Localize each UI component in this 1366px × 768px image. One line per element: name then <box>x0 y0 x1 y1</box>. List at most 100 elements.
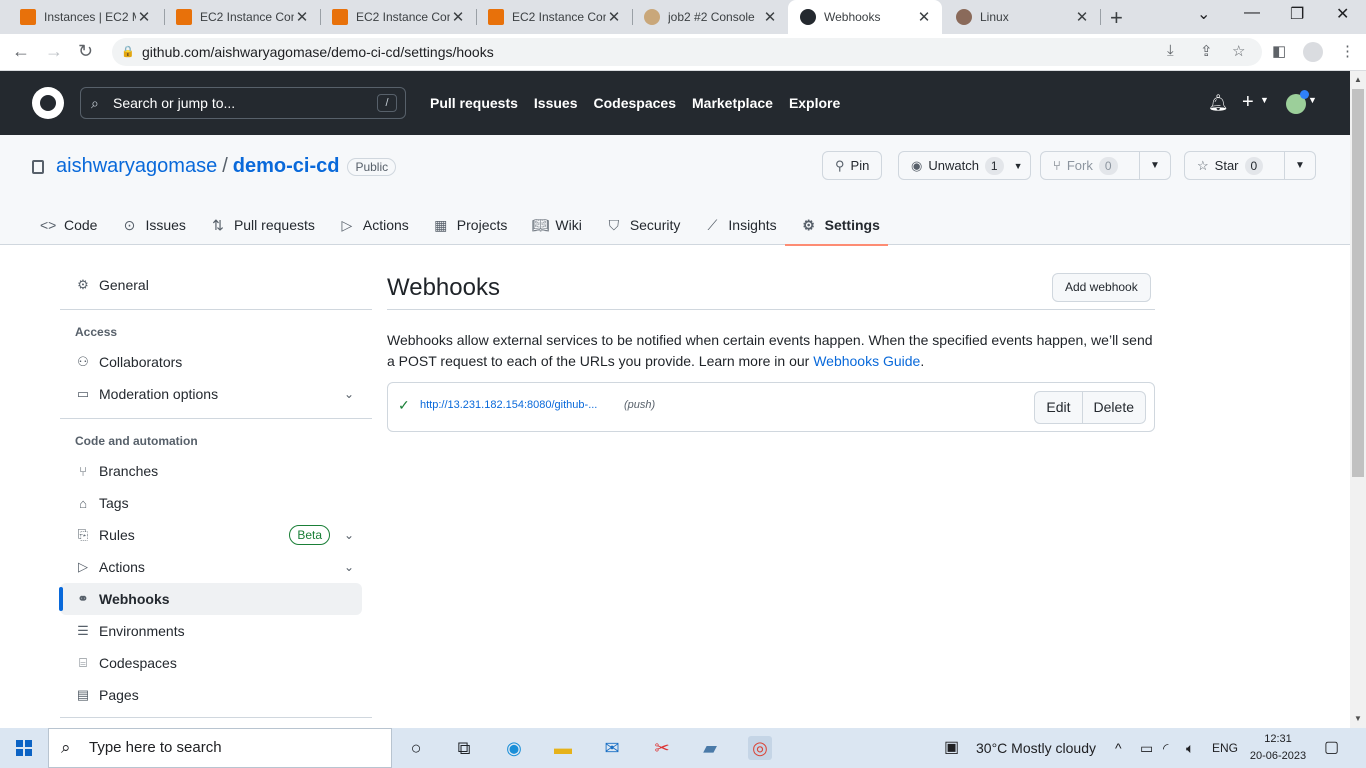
taskbar-search-input[interactable]: ⌕ Type here to search <box>48 728 392 768</box>
tab-insights[interactable]: ⟋ Insights <box>688 205 784 245</box>
browser-menu-icon[interactable]: ⋮ <box>1340 42 1355 60</box>
star-dropdown-button[interactable]: ▼ <box>1284 151 1316 180</box>
clock[interactable]: 12:31 20-06-2023 <box>1248 731 1308 765</box>
tab-actions[interactable]: ▷ Actions <box>323 205 417 245</box>
notifications-bell-icon[interactable]: 🔔︎ <box>1208 93 1228 113</box>
volume-icon[interactable]: 🔈︎ <box>1186 728 1194 768</box>
book-icon: 📖︎ <box>531 216 550 233</box>
tab-wiki[interactable]: 📖︎ Wiki <box>515 205 589 245</box>
fork-dropdown-button[interactable]: ▼ <box>1139 151 1171 180</box>
sidebar-item-environments[interactable]: ☰ Environments <box>60 615 362 647</box>
scrollbar-thumb[interactable] <box>1352 89 1364 477</box>
sidebar-item-moderation-options[interactable]: ▭ Moderation options ⌄ <box>60 378 362 410</box>
close-tab-icon[interactable]: ✕ <box>450 8 466 26</box>
browser-tab-active[interactable]: Webhooks ✕ <box>788 0 942 34</box>
nav-codespaces[interactable]: Codespaces <box>594 95 676 111</box>
page-scrollbar[interactable]: ▲ ▼ <box>1350 71 1366 728</box>
back-icon[interactable]: ← <box>12 41 30 62</box>
share-icon[interactable]: ⇪ <box>1200 42 1213 60</box>
address-bar[interactable]: 🔒 github.com/aishwaryagomase/demo-ci-cd/… <box>112 38 1262 66</box>
task-view-icon[interactable]: ⧉ <box>452 736 476 760</box>
tab-security[interactable]: ⛉ Security <box>590 205 689 245</box>
unwatch-button[interactable]: ◉ Unwatch 1 ▼ <box>898 151 1031 180</box>
minimize-icon[interactable]: — <box>1244 4 1260 22</box>
weather-text[interactable]: 30°C Mostly cloudy <box>976 728 1096 768</box>
side-panel-icon[interactable]: ◧ <box>1272 42 1286 60</box>
mail-icon[interactable]: ✉ <box>600 736 624 760</box>
app-icon[interactable]: ▰ <box>698 736 722 760</box>
fork-button[interactable]: ⑂ Fork 0 <box>1040 151 1140 180</box>
nav-marketplace[interactable]: Marketplace <box>692 95 773 111</box>
delete-button[interactable]: Delete <box>1081 392 1145 423</box>
tab-search-icon[interactable]: ⌄ <box>1197 4 1210 24</box>
language-indicator[interactable]: ENG <box>1212 728 1238 768</box>
sidebar-item-general[interactable]: ⚙ General <box>60 269 362 301</box>
close-window-icon[interactable]: ✕ <box>1336 4 1349 24</box>
chrome-icon[interactable]: ◎ <box>748 736 772 760</box>
tab-settings[interactable]: ⚙ Settings <box>784 205 889 246</box>
close-tab-icon[interactable]: ✕ <box>916 8 932 26</box>
repo-name-link[interactable]: demo-ci-cd <box>233 155 340 178</box>
install-icon[interactable]: ⤓ <box>1167 42 1174 59</box>
search-icon: ⌕ <box>91 95 99 111</box>
webhooks-guide-link[interactable]: Webhooks Guide <box>813 353 920 369</box>
browser-tab[interactable]: EC2 Instance Con ✕ <box>164 0 320 34</box>
github-logo-icon[interactable] <box>32 87 64 119</box>
sidebar-item-tags[interactable]: ⌂ Tags <box>60 487 362 519</box>
scroll-down-icon[interactable]: ▼ <box>1354 714 1362 723</box>
show-hidden-icons-icon[interactable]: ^ <box>1115 728 1122 768</box>
windows-start-icon[interactable] <box>16 740 32 756</box>
star-button[interactable]: ☆ Star 0 <box>1184 151 1285 180</box>
scroll-up-icon[interactable]: ▲ <box>1354 75 1362 84</box>
close-tab-icon[interactable]: ✕ <box>606 8 622 26</box>
reload-icon[interactable]: ↻ <box>78 41 93 62</box>
browser-tab[interactable]: Linux ✕ <box>944 0 1100 34</box>
sidebar-item-pages[interactable]: ▤ Pages <box>60 679 362 711</box>
webhook-url-link[interactable]: http://13.231.182.154:8080/github-... <box>420 399 597 411</box>
chevron-down-icon[interactable]: ▼ <box>1260 95 1269 105</box>
file-explorer-icon[interactable]: ▬ <box>551 736 575 760</box>
new-tab-icon[interactable]: + <box>1110 5 1123 31</box>
edit-button[interactable]: Edit <box>1035 392 1081 423</box>
close-tab-icon[interactable]: ✕ <box>1074 8 1090 26</box>
battery-icon[interactable]: ▭ <box>1140 728 1153 768</box>
sidebar-item-branches[interactable]: ⑂ Branches <box>60 455 362 487</box>
bookmark-star-icon[interactable]: ☆ <box>1232 42 1245 60</box>
tab-projects[interactable]: ▦ Projects <box>417 205 516 245</box>
sidebar-item-webhooks[interactable]: ⚭ Webhooks <box>59 583 362 615</box>
browser-tab[interactable]: EC2 Instance Con ✕ <box>476 0 632 34</box>
close-tab-icon[interactable]: ✕ <box>762 8 778 26</box>
notification-center-icon[interactable]: ▢ <box>1324 728 1339 768</box>
profile-icon[interactable] <box>1303 42 1323 62</box>
sidebar-item-label: General <box>99 277 149 293</box>
chevron-down-icon[interactable]: ▼ <box>1308 95 1317 105</box>
sidebar-item-codespaces[interactable]: ⌸ Codespaces <box>60 647 362 679</box>
nav-pull-requests[interactable]: Pull requests <box>430 95 518 111</box>
nav-explore[interactable]: Explore <box>789 95 840 111</box>
close-tab-icon[interactable]: ✕ <box>136 8 152 26</box>
nav-issues[interactable]: Issues <box>534 95 578 111</box>
sidebar-item-collaborators[interactable]: ⚇ Collaborators <box>60 346 362 378</box>
sidebar-item-rules[interactable]: ⎘ Rules Beta ⌄ <box>60 519 362 551</box>
repo-owner-link[interactable]: aishwaryagomase <box>56 155 217 178</box>
cortana-icon[interactable]: ○ <box>404 736 428 760</box>
tab-pull-requests[interactable]: ⇅ Pull requests <box>194 205 323 245</box>
tab-label: Code <box>64 217 98 233</box>
pin-button[interactable]: ⚲ Pin <box>822 151 883 180</box>
restore-icon[interactable]: ❐ <box>1290 4 1304 24</box>
browser-tab[interactable]: Instances | EC2 M ✕ <box>0 0 162 34</box>
wifi-icon[interactable]: ◜ <box>1163 728 1168 768</box>
tab-issues[interactable]: ⊙ Issues <box>105 205 193 245</box>
edge-icon[interactable]: ◉ <box>502 736 526 760</box>
browser-tab[interactable]: EC2 Instance Con ✕ <box>320 0 476 34</box>
browser-tab[interactable]: job2 #2 Console ✕ <box>632 0 788 34</box>
create-new-icon[interactable]: + <box>1242 91 1254 114</box>
forward-icon[interactable]: → <box>45 41 63 62</box>
snipping-tool-icon[interactable]: ✂ <box>650 736 674 760</box>
close-tab-icon[interactable]: ✕ <box>294 8 310 26</box>
add-webhook-button[interactable]: Add webhook <box>1052 273 1151 302</box>
search-input[interactable]: ⌕ Search or jump to... / <box>80 87 406 119</box>
sidebar-item-actions[interactable]: ▷ Actions ⌄ <box>60 551 362 583</box>
tab-code[interactable]: <> Code <box>24 205 105 245</box>
comment-icon: ▭ <box>76 386 90 401</box>
